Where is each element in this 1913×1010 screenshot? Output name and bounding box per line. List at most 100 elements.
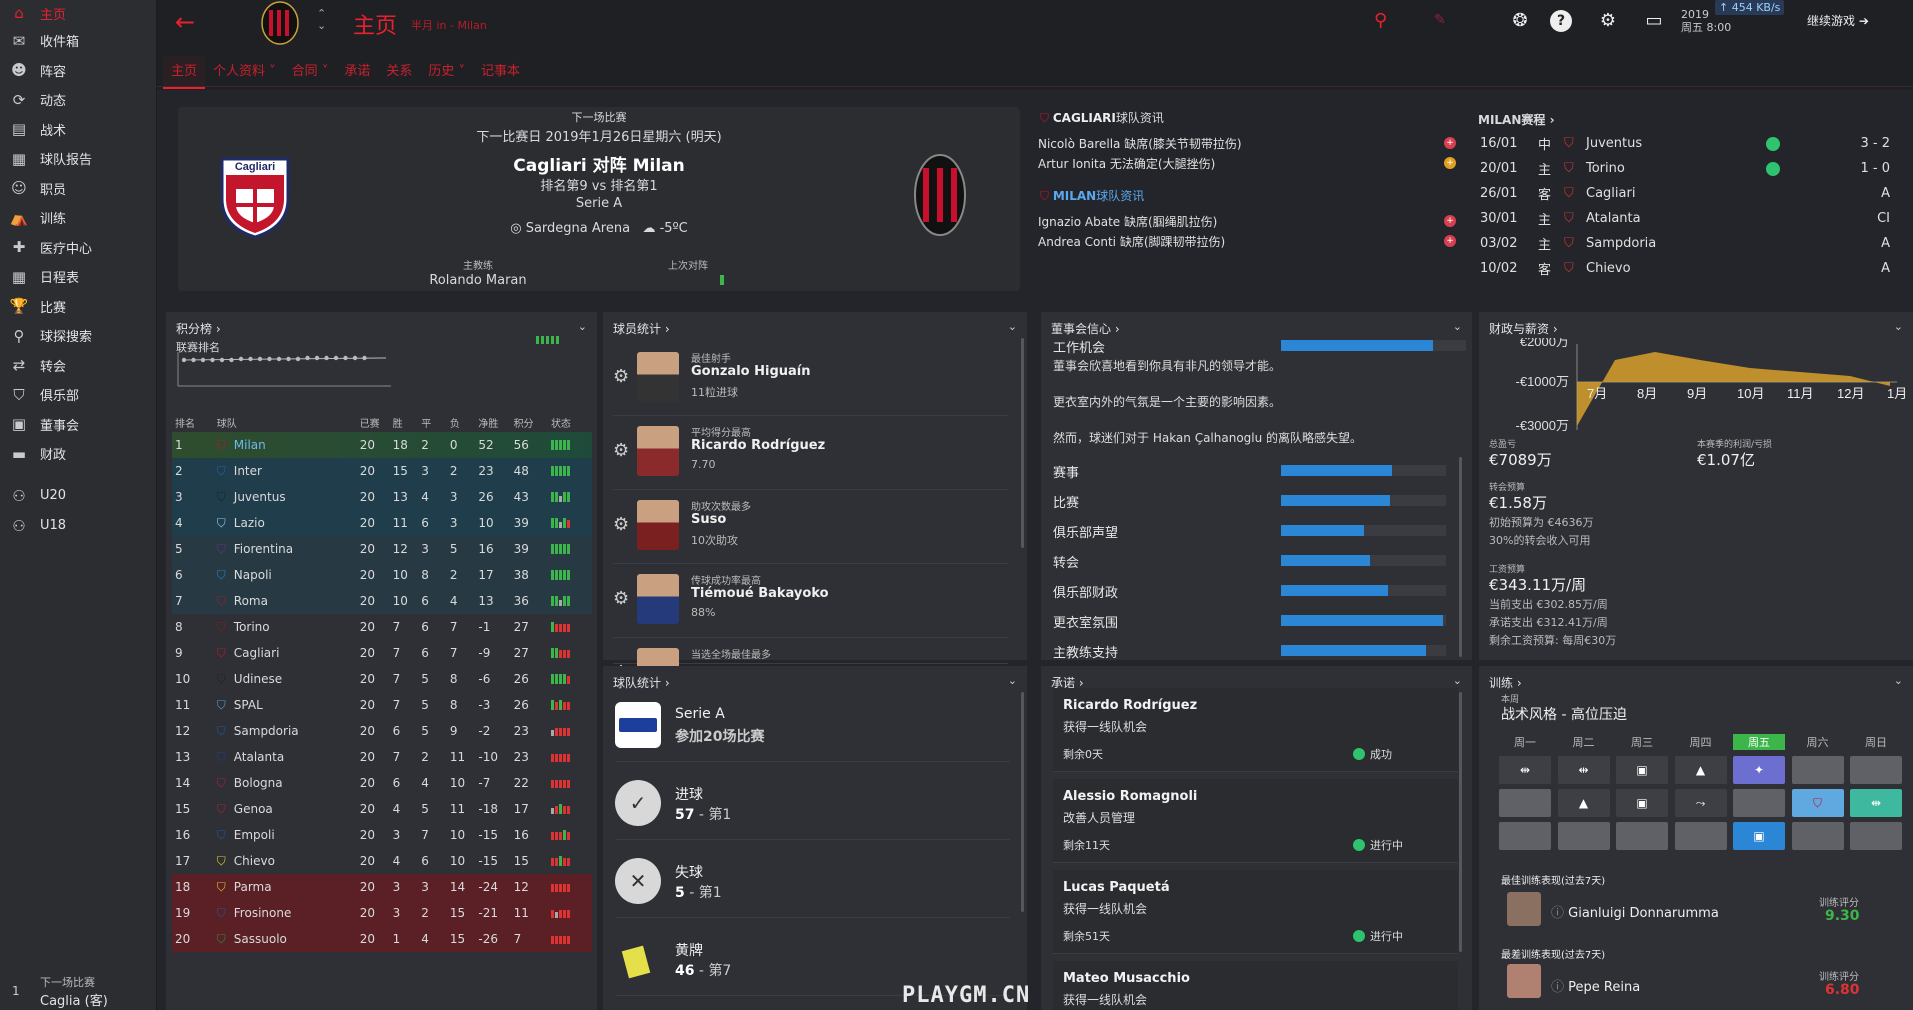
fm-logo-icon[interactable]: ❂: [1509, 10, 1531, 32]
table-row[interactable]: 7 ⛉ Roma 20 10 6 4 13 36: [172, 588, 592, 614]
column-header[interactable]: 积分: [511, 412, 548, 432]
column-header[interactable]: 球队: [214, 412, 357, 432]
tab-2[interactable]: 合同 ˅: [284, 56, 337, 89]
fixtures-title[interactable]: MILAN赛程 ›: [1478, 107, 1913, 128]
sidebar-item-14[interactable]: ▣ 董事会: [0, 410, 156, 440]
sidebar-item-6[interactable]: ☺ 职员: [0, 174, 156, 204]
sidebar-item-11[interactable]: ⚲ 球探搜索: [0, 321, 156, 351]
sidebar-item-0[interactable]: ⌂ 主页: [0, 0, 156, 26]
teamwork-icon[interactable]: ⇹: [1850, 789, 1902, 817]
fixture-row[interactable]: 10/02 客 ⛉ Chievo A: [1478, 256, 1913, 281]
scrollbar[interactable]: [1459, 692, 1462, 952]
scrollbar[interactable]: [1021, 338, 1024, 548]
scrollbar[interactable]: [1021, 692, 1024, 912]
column-header[interactable]: 排名: [172, 412, 214, 432]
training-day-header[interactable]: 周一: [1499, 734, 1551, 750]
table-row[interactable]: 13 ⛉ Atalanta 20 7 2 11 -10 23: [172, 744, 592, 770]
rest-icon[interactable]: [1616, 822, 1668, 850]
cagliari-news-title[interactable]: ⛉ CAGLIARI球队资讯: [1040, 109, 1164, 126]
board-bar-row[interactable]: 俱乐部声望: [1053, 522, 1458, 542]
updown-chevron-icon[interactable]: ⌃ ⌄: [317, 8, 326, 32]
news-item[interactable]: Artur Ionita 无法确定(大腿挫伤) +: [1038, 153, 1456, 173]
tab-6[interactable]: 记事本: [473, 56, 528, 89]
player-stat-row[interactable]: ⚙ 平均得分最高 Ricardo Rodríguez 7.70: [613, 416, 1008, 490]
tab-0[interactable]: 主页: [163, 56, 206, 89]
board-bar-row[interactable]: 更衣室氛围: [1053, 612, 1458, 632]
tab-5[interactable]: 历史 ˅: [420, 56, 473, 89]
table-row[interactable]: 8 ⛉ Torino 20 7 6 7 -1 27: [172, 614, 592, 640]
player-stat-row[interactable]: ⚙ 传球成功率最高 Tiémoué Bakayoko 88%: [613, 564, 1008, 638]
sidebar-item-2[interactable]: ☻ 阵容: [0, 56, 156, 86]
chevron-down-icon[interactable]: ⌄: [1008, 320, 1017, 333]
tactics-session-icon[interactable]: ▣: [1616, 756, 1668, 784]
column-header[interactable]: 已赛: [357, 412, 390, 432]
training-day-header[interactable]: 周日: [1850, 734, 1902, 750]
fixture-row[interactable]: 20/01 主 ⛉ Torino 1 - 0: [1478, 156, 1913, 181]
rest-icon[interactable]: [1674, 822, 1727, 850]
training-day-header[interactable]: 周四: [1675, 734, 1727, 750]
fixture-row[interactable]: 26/01 客 ⛉ Cagliari A: [1478, 181, 1913, 206]
table-row[interactable]: 17 ⛉ Chievo 20 4 6 10 -15 15: [172, 848, 592, 874]
teamwork-icon[interactable]: ⇹: [1557, 756, 1610, 784]
match-icon[interactable]: ⛉: [1791, 789, 1844, 817]
table-row[interactable]: 18 ⛉ Parma 20 3 3 14 -24 12: [172, 874, 592, 900]
player-stat-row[interactable]: ⚙当选全场最佳最多: [613, 638, 1008, 698]
table-row[interactable]: 20 ⛉ Sassuolo 20 1 4 15 -26 7: [172, 926, 592, 952]
column-header[interactable]: 负: [447, 412, 476, 432]
table-row[interactable]: 11 ⛉ SPAL 20 7 5 8 -3 26: [172, 692, 592, 718]
tab-4[interactable]: 关系: [378, 56, 420, 89]
gear-icon[interactable]: ⚙: [1597, 10, 1619, 32]
chevron-down-icon[interactable]: ⌄: [1894, 674, 1903, 687]
search-icon[interactable]: ⚲: [1374, 10, 1387, 31]
fixture-row[interactable]: 03/02 主 ⛉ Sampdoria A: [1478, 231, 1913, 256]
review-icon[interactable]: ▣: [1733, 822, 1785, 850]
scrollbar[interactable]: [1459, 457, 1462, 657]
column-header[interactable]: 平: [418, 412, 447, 432]
board-header[interactable]: 董事会信心 › ⌄: [1041, 312, 1472, 337]
player-stat-row[interactable]: ⚙ 最佳射手 Gonzalo Higuaín 11粒进球: [613, 342, 1008, 416]
news-item[interactable]: Andrea Conti 缺席(脚踝韧带拉伤) +: [1038, 231, 1456, 251]
monitor-icon[interactable]: ▭: [1643, 10, 1665, 32]
sidebar-item-12[interactable]: ⇄ 转会: [0, 351, 156, 381]
match-prep-icon[interactable]: ▲: [1674, 756, 1727, 784]
table-row[interactable]: 4 ⛉ Lazio 20 11 6 3 10 39: [172, 510, 592, 536]
promise-item[interactable]: Alessio Romagnoli 改善人员管理 剩余11天 进行中: [1053, 779, 1458, 863]
rest-icon[interactable]: [1791, 822, 1844, 850]
fixture-row[interactable]: 16/01 中 ⛉ Juventus 3 - 2: [1478, 131, 1913, 156]
table-row[interactable]: 14 ⛉ Bologna 20 6 4 10 -7 22: [172, 770, 592, 796]
training-day-header[interactable]: 周三: [1616, 734, 1668, 750]
sidebar-item-10[interactable]: 🏆 比赛: [0, 292, 156, 322]
rest-icon[interactable]: [1499, 822, 1551, 850]
table-row[interactable]: 19 ⛉ Frosinone 20 3 2 15 -21 11: [172, 900, 592, 926]
fixture-row[interactable]: 30/01 主 ⛉ Atalanta CI: [1478, 206, 1913, 231]
recovery-icon[interactable]: ✦: [1733, 756, 1785, 784]
team-stat-row[interactable]: ✕ 失球 5 - 第1: [615, 844, 1010, 918]
sidebar-item-9[interactable]: ▦ 日程表: [0, 262, 156, 292]
chevron-down-icon[interactable]: ⌄: [578, 320, 587, 333]
table-row[interactable]: 3 ⛉ Juventus 20 13 4 3 26 43: [172, 484, 592, 510]
news-item[interactable]: Nicolò Barella 缺席(膝关节韧带拉伤) +: [1038, 133, 1456, 153]
rest-icon[interactable]: [1791, 756, 1844, 784]
table-row[interactable]: 6 ⛉ Napoli 20 10 8 2 17 38: [172, 562, 592, 588]
training-header[interactable]: 训练 › ⌄: [1479, 666, 1913, 691]
chevron-down-icon[interactable]: ⌄: [1008, 674, 1017, 687]
chevron-down-icon[interactable]: ⌄: [1453, 320, 1462, 333]
sidebar-next-match[interactable]: 1 下一场比赛 Caglia (客): [0, 968, 157, 1010]
back-arrow-icon[interactable]: ←: [175, 8, 195, 36]
chevron-down-icon[interactable]: ⌄: [1453, 674, 1462, 687]
match-prep-icon[interactable]: ▲: [1557, 789, 1610, 817]
board-bar-row[interactable]: 主教练支持: [1053, 642, 1458, 662]
board-bar-row[interactable]: 比赛: [1053, 492, 1458, 512]
table-row[interactable]: 2 ⛉ Inter 20 15 3 2 23 48: [172, 458, 592, 484]
board-bar-row[interactable]: 赛事: [1053, 462, 1458, 482]
table-row[interactable]: 5 ⛉ Fiorentina 20 12 3 5 16 39: [172, 536, 592, 562]
player-stat-row[interactable]: ⚙ 助攻次数最多 Suso 10次助攻: [613, 490, 1008, 564]
tab-3[interactable]: 承诺: [336, 56, 378, 89]
board-bar-row[interactable]: 转会: [1053, 552, 1458, 572]
team-stat-row[interactable]: ✓ 进球 57 - 第1: [615, 766, 1010, 840]
continue-button[interactable]: 继续游戏 ➔: [1807, 12, 1869, 29]
board-bar-row[interactable]: 俱乐部财政: [1053, 582, 1458, 602]
table-row[interactable]: 12 ⛉ Sampdoria 20 6 5 9 -2 23: [172, 718, 592, 744]
sidebar-item-8[interactable]: ✚ 医疗中心: [0, 233, 156, 263]
table-row[interactable]: 10 ⛉ Udinese 20 7 5 8 -6 26: [172, 666, 592, 692]
